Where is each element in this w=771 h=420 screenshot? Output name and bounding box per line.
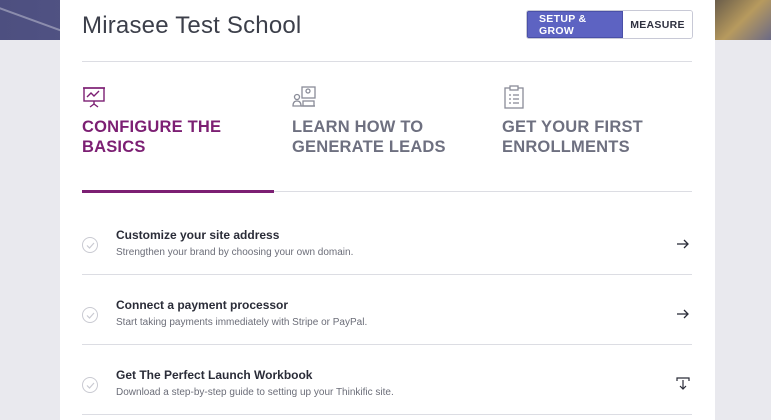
- tab-configure-basics[interactable]: CONFIGURE THE BASICS: [82, 85, 282, 157]
- measure-button[interactable]: MEASURE: [623, 11, 692, 38]
- task-launch-workbook[interactable]: Get The Perfect Launch Workbook Download…: [82, 345, 692, 415]
- task-site-address[interactable]: Customize your site address Strengthen y…: [82, 205, 692, 275]
- task-description: Download a step-by-step guide to setting…: [116, 387, 394, 398]
- tab-label: GET YOUR FIRST ENROLLMENTS: [502, 118, 643, 156]
- task-description: Start taking payments immediately with S…: [116, 317, 368, 328]
- task-title: Customize your site address: [116, 228, 280, 242]
- tab-first-enrollments[interactable]: GET YOUR FIRST ENROLLMENTS: [502, 85, 702, 157]
- view-toggle: SETUP & GROW MEASURE: [526, 10, 693, 39]
- task-title: Connect a payment processor: [116, 298, 289, 312]
- presentation-chart-icon: [83, 87, 105, 108]
- banner-image: [715, 0, 771, 40]
- check-circle-icon: [82, 377, 98, 393]
- main-card: Mirasee Test School SETUP & GROW MEASURE…: [60, 0, 715, 420]
- download-icon[interactable]: [676, 377, 690, 391]
- tab-generate-leads[interactable]: LEARN HOW TO GENERATE LEADS: [292, 85, 492, 157]
- active-tab-indicator: [82, 190, 274, 193]
- tab-label: CONFIGURE THE BASICS: [82, 118, 222, 156]
- arrow-right-icon[interactable]: [676, 307, 690, 321]
- users-screen-icon: [292, 86, 316, 107]
- setup-grow-button[interactable]: SETUP & GROW: [527, 11, 623, 38]
- divider: [82, 61, 692, 62]
- page-title: Mirasee Test School: [82, 12, 302, 39]
- check-circle-icon: [82, 307, 98, 323]
- tab-label: LEARN HOW TO GENERATE LEADS: [292, 118, 446, 156]
- task-description: Strengthen your brand by choosing your o…: [116, 247, 354, 258]
- clipboard-list-icon: [504, 85, 524, 109]
- arrow-right-icon[interactable]: [676, 237, 690, 251]
- check-circle-icon: [82, 237, 98, 253]
- task-payment-processor[interactable]: Connect a payment processor Start taking…: [82, 275, 692, 345]
- task-title: Get The Perfect Launch Workbook: [116, 368, 313, 382]
